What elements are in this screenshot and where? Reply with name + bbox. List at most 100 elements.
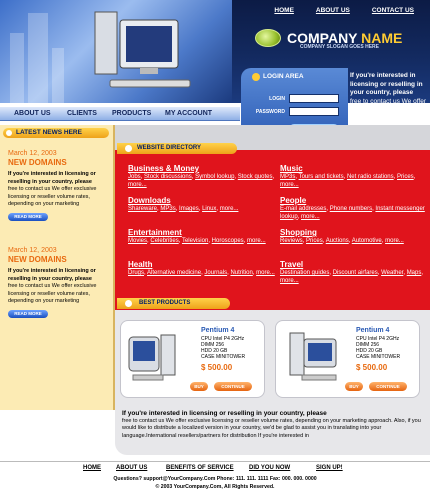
read-more-button[interactable]: READ MORE	[8, 212, 48, 221]
category-link[interactable]: Nutrition	[230, 270, 252, 276]
category-link[interactable]: Journals	[204, 270, 227, 276]
category-heading[interactable]: People	[280, 196, 428, 205]
category-link[interactable]: more...	[280, 278, 299, 284]
category-links: Reviews, Prices, Auctions, Automotive, m…	[280, 238, 404, 244]
category-links: Destination guides, Discount airfares, W…	[280, 270, 424, 284]
category-links: Drugs, Alternative medicine, Journals, N…	[128, 270, 275, 276]
top-nav-contact[interactable]: CONTACT US	[372, 7, 414, 14]
category-link[interactable]: more...	[385, 238, 404, 244]
category-link[interactable]: Shareware	[128, 206, 157, 212]
footer-contact: Questions? support@YourCompany.Com Phone…	[113, 476, 317, 482]
footer-link-about[interactable]: ABOUT US	[116, 465, 147, 471]
footer: HOME ABOUT US BENEFITS OF SERVICE DID YO…	[0, 461, 430, 495]
category-link[interactable]: Auctions	[326, 238, 349, 244]
category-link[interactable]: more...	[280, 182, 299, 188]
nav-about-us[interactable]: ABOUT US	[14, 110, 51, 117]
news-bold: If you're interested in licensing or res…	[8, 171, 96, 185]
category-link[interactable]: more...	[247, 238, 266, 244]
category-link[interactable]: Discount airfares	[333, 270, 378, 276]
category-link[interactable]: more...	[220, 206, 239, 212]
product-price: $ 500.00	[356, 363, 388, 372]
news-header: LATEST NEWS HERE	[3, 128, 109, 138]
category-link[interactable]: E-mail addresses	[280, 206, 326, 212]
category-link[interactable]: Weather	[381, 270, 403, 276]
footer-link-did-you-now[interactable]: DID YOU NOW	[249, 465, 290, 471]
category-heading[interactable]: Music	[280, 164, 428, 173]
footer-link-home[interactable]: HOME	[83, 465, 101, 471]
category-link[interactable]: Drugs	[128, 270, 144, 276]
bottom-text: If you're interested in licensing or res…	[122, 410, 422, 440]
category-link[interactable]: Movies	[128, 238, 147, 244]
category-link[interactable]: Prices	[397, 174, 414, 180]
footer-link-signup[interactable]: SIGN UP!	[316, 465, 343, 471]
category-heading[interactable]: Health	[128, 260, 276, 269]
category-link[interactable]: Jobs	[128, 174, 141, 180]
category-link[interactable]: Celebrities	[150, 238, 178, 244]
read-more-button[interactable]: READ MORE	[8, 309, 48, 318]
category-link[interactable]: Prices	[306, 238, 323, 244]
category-link[interactable]: more...	[256, 270, 275, 276]
top-nav-home[interactable]: HOME	[274, 7, 294, 14]
continue-button[interactable]: CONTINUE	[369, 382, 407, 391]
category-link[interactable]: MP3s	[280, 174, 295, 180]
news-title: LATEST NEWS HERE	[16, 129, 82, 136]
category-link[interactable]: Symbol lookup	[195, 174, 234, 180]
category-link[interactable]: Images	[179, 206, 199, 212]
category-link[interactable]: Maps	[407, 270, 422, 276]
product-price: $ 500.00	[201, 363, 233, 372]
category-heading[interactable]: Entertainment	[128, 228, 276, 237]
category-link[interactable]: more...	[128, 182, 147, 188]
logo-disc-icon	[255, 29, 281, 47]
promo-bold: If you're interested in licensing or res…	[350, 72, 423, 96]
computer-product-image	[128, 334, 176, 381]
news-item-title: NEW DOMAINS	[8, 158, 67, 167]
continue-button[interactable]: CONTINUE	[214, 382, 252, 391]
buy-button[interactable]: BUY	[190, 382, 208, 391]
category-link[interactable]: MP3s	[160, 206, 175, 212]
product-specs: CPU Intel P4 2GHz DIMM 256 HDD 20 GB CAS…	[201, 336, 245, 360]
products-bullet-icon	[125, 300, 132, 307]
category-link[interactable]: Net radio stations	[347, 174, 394, 180]
category-link[interactable]: more...	[301, 214, 320, 220]
category-link[interactable]: Television	[182, 238, 208, 244]
category-link[interactable]: Tours and tickets	[299, 174, 344, 180]
directory-category: Downloads Shareware, MP3s, Images, Linux,…	[128, 196, 276, 214]
directory-category: Business & Money Jobs, Stock discussions,…	[128, 164, 276, 189]
login-bullet-icon	[252, 73, 260, 81]
password-label: PASSWORD	[255, 109, 285, 115]
category-links: E-mail addresses, Phone numbers, Instant…	[280, 206, 425, 220]
category-link[interactable]: Alternative medicine	[147, 270, 201, 276]
category-link[interactable]: Phone numbers	[330, 206, 372, 212]
category-link[interactable]: Linux	[202, 206, 216, 212]
best-products-header: BEST PRODUCTS	[117, 298, 230, 309]
nav-clients[interactable]: CLIENTS	[67, 110, 97, 117]
top-nav-about[interactable]: ABOUT US	[316, 7, 350, 14]
category-link[interactable]: Horoscopes	[212, 238, 244, 244]
category-heading[interactable]: Downloads	[128, 196, 276, 205]
password-input[interactable]	[289, 107, 339, 116]
login-input[interactable]	[289, 94, 339, 103]
category-heading[interactable]: Shopping	[280, 228, 428, 237]
top-nav: HOME ABOUT US CONTACT US	[274, 7, 414, 14]
buy-button[interactable]: BUY	[345, 382, 363, 391]
promo-text: free to contact us We offer exclusive li…	[350, 97, 426, 122]
nav-my-account[interactable]: MY ACCOUNT	[165, 110, 212, 117]
category-link[interactable]: Automotive	[352, 238, 382, 244]
product-specs: CPU Intel P4 2GHz DIMM 256 HDD 20 GB CAS…	[356, 336, 400, 360]
directory-category: Shopping Reviews, Prices, Auctions, Autom…	[280, 228, 428, 246]
category-heading[interactable]: Business & Money	[128, 164, 276, 173]
category-link[interactable]: Destination guides	[280, 270, 329, 276]
category-link[interactable]: Reviews	[280, 238, 303, 244]
nav-products[interactable]: PRODUCTS	[112, 110, 151, 117]
main-nav: ABOUT US CLIENTS PRODUCTS MY ACCOUNT	[0, 107, 240, 121]
spec-line: CASE MINITOWER	[356, 354, 401, 360]
category-link[interactable]: Stock discussions	[144, 174, 192, 180]
category-link[interactable]: Stock quotes	[238, 174, 273, 180]
login-label: LOGIN	[269, 96, 285, 102]
category-heading[interactable]: Travel	[280, 260, 428, 269]
directory-bullet-icon	[125, 145, 132, 152]
computer-product-image	[289, 332, 337, 381]
footer-link-benefits[interactable]: BENEFITS OF SERVICE	[166, 465, 234, 471]
news-date: March 12, 2003	[8, 247, 57, 254]
computer-icon	[94, 11, 191, 88]
